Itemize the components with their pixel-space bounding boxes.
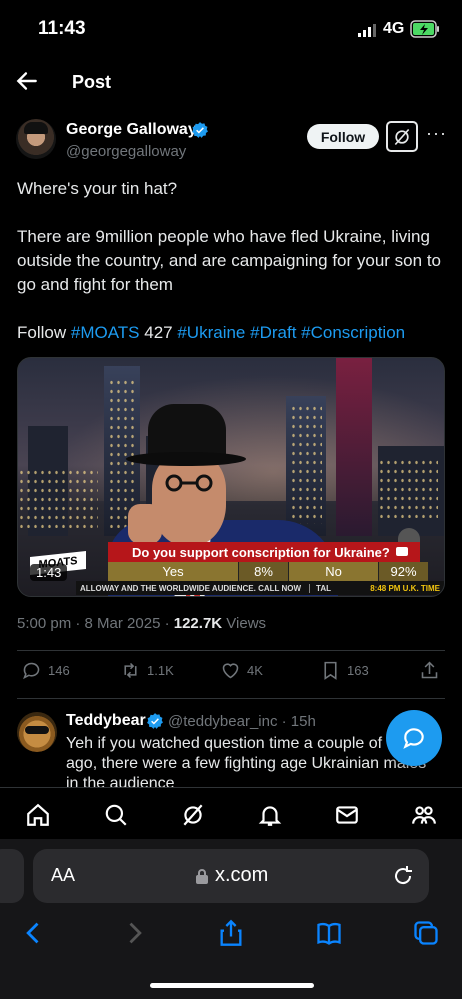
search-icon[interactable]	[103, 802, 129, 828]
address-bar[interactable]: AA x.com	[33, 849, 429, 903]
author-avatar[interactable]	[16, 119, 56, 159]
views-label: Views	[222, 615, 267, 632]
tabs-icon[interactable]	[412, 919, 440, 947]
home-icon[interactable]	[25, 802, 51, 828]
follow-button[interactable]: Follow	[307, 124, 379, 149]
page-title: Post	[72, 72, 112, 92]
back-arrow-icon[interactable]	[14, 68, 40, 94]
compose-reply-icon	[403, 728, 424, 749]
reply-count: 146	[48, 663, 70, 678]
bookmark-icon	[324, 661, 337, 680]
reply-avatar[interactable]	[17, 712, 57, 752]
communities-icon[interactable]	[411, 802, 437, 828]
hashtag-moats[interactable]: #MOATS	[71, 323, 140, 342]
previous-tab[interactable]	[0, 849, 24, 903]
post-actions: 146 1.1K 4K 163	[17, 660, 445, 690]
battery-icon	[410, 20, 439, 38]
compose-reply-button[interactable]	[386, 710, 442, 766]
post-meta: 5:00 pm · 8 Mar 2025 · 122.7K Views	[17, 615, 266, 632]
poll-no-percent: 92%	[378, 562, 428, 581]
follow-text: Follow	[17, 323, 67, 342]
verified-badge-icon	[192, 122, 208, 138]
back-icon[interactable]	[20, 919, 48, 947]
news-ticker: ALLOWAY AND THE WORLDWIDE AUDIENCE. CALL…	[76, 581, 444, 595]
reply-author-handle[interactable]: @teddybear_inc · 15h	[168, 713, 316, 730]
grok-icon	[394, 128, 410, 145]
bottom-tab-bar	[0, 787, 462, 839]
post-text-line1: Where's your tin hat?	[17, 179, 178, 198]
channel-number: 427	[144, 323, 173, 342]
post-timestamp: 5:00 pm · 8 Mar 2025 ·	[17, 615, 174, 632]
like-count: 4K	[247, 663, 263, 678]
notifications-icon[interactable]	[257, 802, 283, 828]
ticker-mid: TAL	[309, 583, 331, 593]
signal-icon	[358, 24, 376, 37]
grok-button[interactable]	[386, 121, 418, 152]
reply-icon	[23, 662, 40, 680]
heart-icon	[222, 663, 239, 679]
post-text: Where's your tin hat? There are 9million…	[17, 177, 447, 369]
like-button[interactable]: 4K	[220, 660, 263, 681]
reply-author-name[interactable]: Teddybear	[66, 712, 146, 730]
forward-icon[interactable]	[120, 919, 148, 947]
url-text[interactable]: x.com	[215, 864, 268, 887]
post-text-tags: Follow #MOATS 427 #Ukraine #Draft #Consc…	[17, 321, 447, 345]
text-size-button[interactable]: AA	[51, 865, 75, 886]
reload-icon[interactable]	[391, 864, 415, 888]
more-options-icon[interactable]: ···	[426, 123, 447, 144]
post-text-line2: There are 9million people who have fled …	[17, 227, 441, 294]
repost-count: 1.1K	[147, 663, 174, 678]
youtube-icon	[396, 547, 408, 556]
poll-question: Do you support conscription for Ukraine?	[108, 542, 420, 562]
bookmark-button[interactable]: 163	[320, 660, 369, 681]
hashtag-conscription[interactable]: #Conscription	[301, 323, 405, 342]
hashtag-ukraine[interactable]: #Ukraine	[177, 323, 245, 342]
browser-toolbar: AA x.com	[0, 839, 462, 999]
verified-badge-icon	[147, 713, 163, 729]
repost-icon	[124, 662, 137, 679]
bookmark-count: 163	[347, 663, 369, 678]
network-label: 4G	[383, 20, 405, 37]
video-duration: 1:43	[30, 564, 68, 581]
poll-yes-percent: 8%	[238, 562, 288, 581]
author-name[interactable]: George Galloway	[66, 121, 197, 139]
poll-no-label: No	[288, 562, 378, 581]
home-indicator	[150, 983, 314, 988]
bookmarks-icon[interactable]	[315, 919, 343, 947]
share-button[interactable]	[419, 660, 440, 681]
post-header: Post	[0, 62, 462, 104]
video-player[interactable]: Do you support conscription for Ukraine?…	[17, 357, 445, 597]
share-sheet-icon[interactable]	[217, 919, 245, 947]
status-bar: 11:43 4G	[0, 0, 462, 60]
hashtag-draft[interactable]: #Draft	[250, 323, 296, 342]
poll-yes-label: Yes	[108, 562, 238, 581]
messages-icon[interactable]	[334, 802, 360, 828]
author-handle[interactable]: @georgegalloway	[66, 143, 186, 160]
ticker-text: ALLOWAY AND THE WORLDWIDE AUDIENCE. CALL…	[80, 583, 302, 593]
repost-button[interactable]: 1.1K	[120, 660, 174, 681]
reply-text: Yeh if you watched question time a coupl…	[66, 735, 432, 792]
share-icon	[421, 661, 438, 679]
ticker-time: 8:48 PM U.K. TIME	[370, 583, 440, 593]
reply-button[interactable]: 146	[21, 660, 70, 681]
divider	[17, 650, 445, 651]
poll-results: Yes 8% No 92%	[108, 562, 428, 581]
grok-icon[interactable]	[180, 802, 206, 828]
views-count[interactable]: 122.7K	[174, 615, 222, 632]
status-time: 11:43	[38, 18, 86, 39]
lock-icon	[196, 869, 208, 884]
divider	[17, 698, 445, 699]
